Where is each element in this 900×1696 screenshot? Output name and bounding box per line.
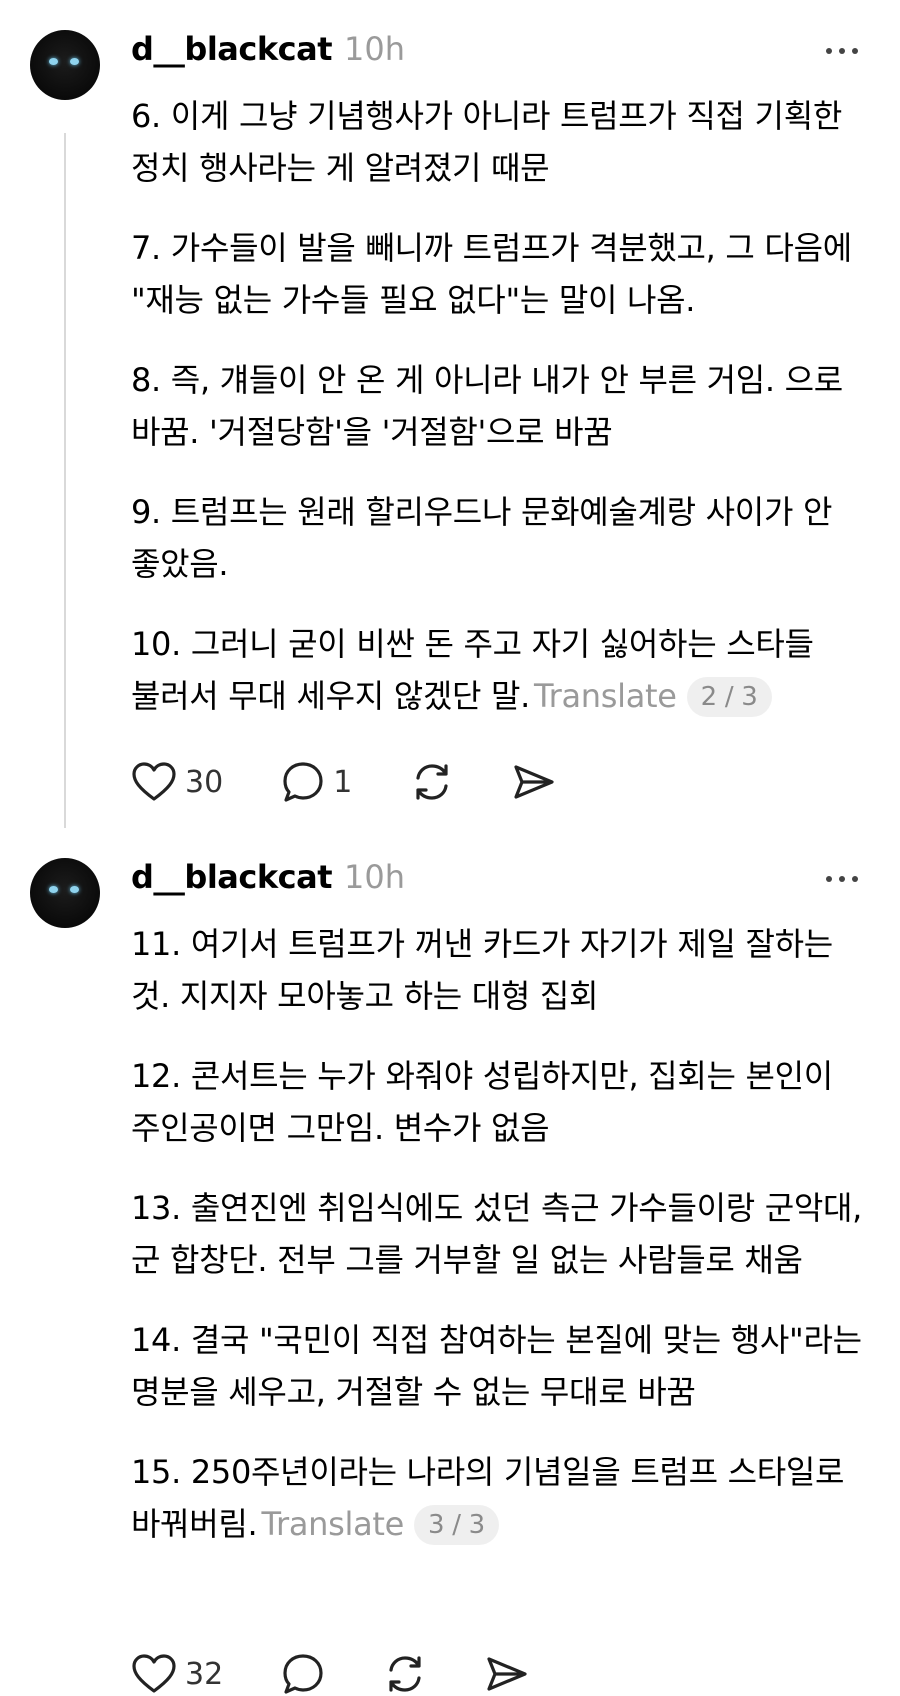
heart-icon [132,762,176,801]
repost-button[interactable] [410,760,454,804]
timestamp: 10h [343,30,405,68]
post-body: 11. 여기서 트럼프가 꺼낸 카드가 자기가 제일 잘하는 것. 지지자 모아… [131,918,871,1550]
reply-count: 1 [333,764,353,800]
post-paragraph: 7. 가수들이 발을 빼니까 트럼프가 격분했고, 그 다음에 "재능 없는 가… [131,229,852,319]
translate-link[interactable]: Translate [261,1505,404,1543]
thread-post: d__blackcat 10h 6. 이게 그냥 기념행사가 아니라 트럼프가 … [0,0,900,828]
comment-icon [283,762,323,802]
heart-icon [132,1654,176,1693]
post-paragraph-last: 15. 250주년이라는 나라의 기념일을 트럼프 스타일로 바꿔버림. Tran… [131,1446,871,1550]
post-paragraph: 14. 결국 "국민이 직접 참여하는 본질에 맞는 행사"라는 명분을 세우고… [131,1321,862,1411]
comment-icon [283,1654,323,1694]
more-icon[interactable] [826,48,858,54]
avatar[interactable] [30,858,100,928]
post-paragraph: 11. 여기서 트럼프가 꺼낸 카드가 자기가 제일 잘하는 것. 지지자 모아… [131,925,833,1015]
like-count: 32 [185,1656,224,1692]
avatar-eye [49,886,58,893]
translate-link[interactable]: Translate [534,677,677,715]
post-actions: 32 [131,1652,587,1696]
page-indicator: 2 / 3 [686,677,772,717]
more-icon[interactable] [826,876,858,882]
reply-button[interactable] [281,1652,325,1696]
repost-icon [416,764,448,800]
like-count: 30 [185,764,224,800]
reply-button[interactable]: 1 [281,760,352,804]
post-paragraph: 6. 이게 그냥 기념행사가 아니라 트럼프가 직접 기획한 정치 행사라는 게… [131,97,842,187]
thread-post: d__blackcat 10h 11. 여기서 트럼프가 꺼낸 카드가 자기가 … [0,828,900,1695]
repost-icon [389,1656,421,1692]
thread-line [64,133,66,828]
share-button[interactable] [512,762,556,802]
share-button[interactable] [485,1654,529,1694]
page-indicator: 3 / 3 [414,1505,499,1545]
avatar[interactable] [30,30,100,100]
username[interactable]: d__blackcat [131,30,332,68]
post-header: d__blackcat 10h [131,30,405,70]
share-icon [514,765,554,799]
share-icon [487,1657,527,1691]
post-paragraph: 8. 즉, 걔들이 안 온 게 아니라 내가 안 부른 거임. 으로 바꿈. '… [131,361,843,451]
avatar-eye [70,58,79,65]
avatar-eye [70,886,79,893]
repost-button[interactable] [383,1652,427,1696]
post-paragraph: 13. 출연진엔 취임식에도 섰던 측근 가수들이랑 군악대, 군 합창단. 전… [131,1189,863,1279]
post-paragraph: 12. 콘서트는 누가 와줘야 성립하지만, 집회는 본인이 주인공이면 그만임… [131,1057,833,1147]
post-header: d__blackcat 10h [131,858,405,898]
post-paragraph-last: 10. 그러니 굳이 비싼 돈 주고 자기 싫어하는 스타들 불러서 무대 세우… [131,618,871,722]
username[interactable]: d__blackcat [131,858,332,896]
like-button[interactable]: 30 [131,761,223,803]
post-body: 6. 이게 그냥 기념행사가 아니라 트럼프가 직접 기획한 정치 행사라는 게… [131,90,871,722]
avatar-eye [49,58,58,65]
post-actions: 30 1 [131,760,614,804]
timestamp: 10h [343,858,405,896]
post-paragraph: 9. 트럼프는 원래 할리우드나 문화예술계랑 사이가 안 좋았음. [131,493,833,583]
like-button[interactable]: 32 [131,1653,223,1695]
